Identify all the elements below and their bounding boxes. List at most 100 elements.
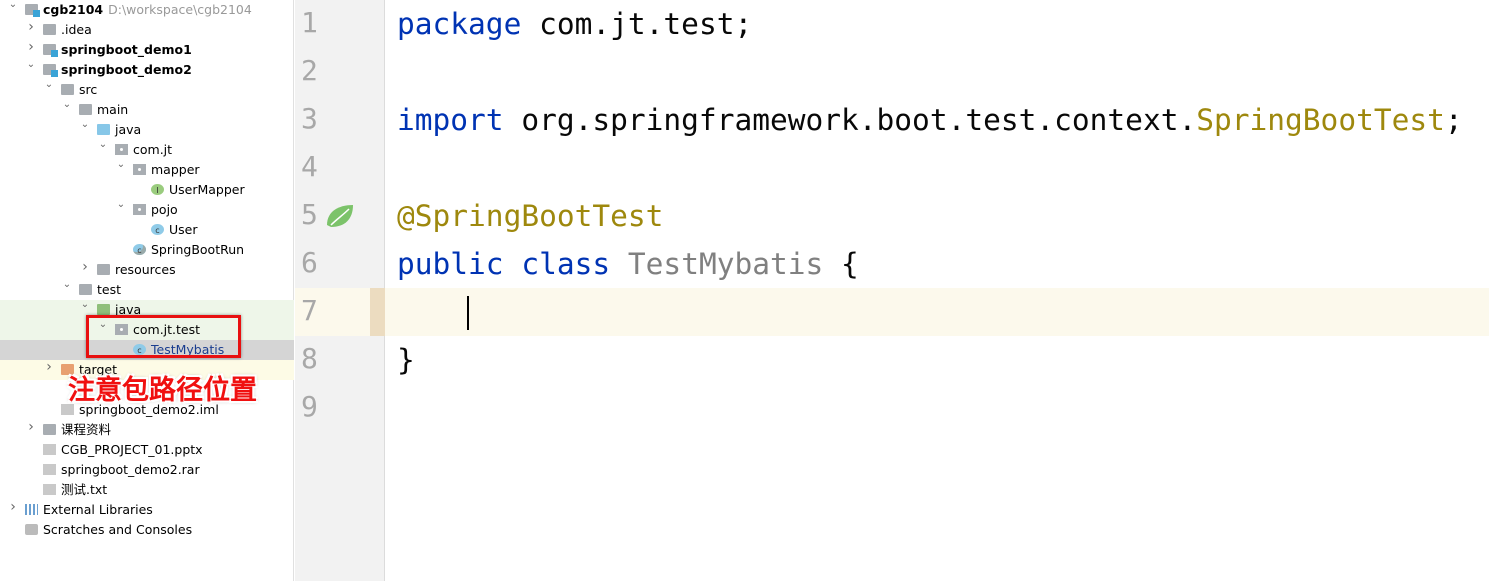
module-folder-icon [43, 44, 58, 57]
code-line[interactable]: import org.springframework.boot.test.con… [385, 96, 1489, 144]
folder-icon [79, 284, 92, 295]
unknown-file-icon [43, 444, 56, 455]
code-token: @SpringBootTest [397, 199, 664, 233]
code-line[interactable]: public class TestMybatis { [385, 240, 1489, 288]
text-cursor [467, 296, 469, 330]
line-number-text: 8 [301, 342, 318, 375]
line-number: 6 [295, 240, 385, 288]
folder-icon [61, 84, 74, 95]
spring-leaf-icon[interactable] [325, 203, 355, 229]
chevron-right-icon[interactable]: › [8, 500, 18, 514]
tree-item[interactable]: ⌄ mapper [0, 159, 294, 180]
tree-item[interactable]: › .idea [0, 20, 294, 40]
tree-item[interactable]: c User [0, 220, 294, 240]
chevron-right-icon[interactable]: › [80, 260, 90, 274]
tree-item-label: 测试.txt [61, 482, 108, 497]
code-token: { [841, 247, 859, 281]
annotation-text: 注意包路径位置 [68, 375, 257, 406]
chevron-right-icon[interactable]: › [44, 360, 54, 374]
tree-item[interactable]: Scratches and Consoles [0, 520, 294, 540]
package-icon [133, 204, 146, 215]
tree-item[interactable]: › resources [0, 260, 294, 280]
chevron-down-icon[interactable]: ⌄ [116, 199, 126, 211]
chevron-down-icon[interactable]: ⌄ [80, 299, 90, 311]
folder-icon [79, 104, 92, 115]
code-editor[interactable]: package com.jt.test; import org.springfra… [385, 0, 1489, 581]
project-tree[interactable]: ⌄ cgb2104 D:\workspace\cgb2104 › .idea › sprin… [0, 0, 294, 581]
chevron-right-icon[interactable]: › [26, 40, 36, 54]
chevron-right-icon[interactable]: › [26, 20, 36, 34]
line-number-text: 9 [301, 390, 318, 423]
tree-item-label: test [97, 282, 122, 297]
tree-item-label: .idea [61, 22, 92, 37]
text-file-icon [43, 484, 56, 495]
tree-item-label: springboot_demo2.rar [61, 462, 200, 477]
tree-item[interactable]: CGB_PROJECT_01.pptx [0, 440, 294, 460]
class-icon: c [151, 224, 164, 235]
chevron-down-icon[interactable]: ⌄ [98, 139, 108, 151]
line-number-text: 4 [301, 150, 318, 183]
tree-item[interactable]: › 课程资料 [0, 420, 294, 440]
code-token: public [397, 247, 522, 281]
code-line[interactable] [385, 288, 1489, 336]
code-line[interactable]: @SpringBootTest [385, 192, 1489, 240]
tree-item[interactable]: ⌄ cgb2104 D:\workspace\cgb2104 [0, 0, 294, 20]
line-number: 8 [295, 336, 385, 384]
tree-item[interactable]: › External Libraries [0, 500, 294, 520]
tree-item[interactable]: ⌄ pojo [0, 199, 294, 220]
code-token: import [397, 103, 522, 137]
scratches-icon [25, 524, 38, 535]
code-line[interactable] [385, 48, 1489, 96]
tree-item-label: com.jt [133, 142, 173, 157]
tree-item[interactable]: ⌄ test [0, 279, 294, 300]
code-line[interactable]: } [385, 336, 1489, 384]
libraries-icon [25, 504, 38, 515]
tree-item[interactable]: ⌄ src [0, 79, 294, 100]
tree-item[interactable]: ⌄ java [0, 119, 294, 140]
tree-item[interactable]: ⌄ com.jt [0, 139, 294, 160]
line-number: 9 [295, 384, 385, 432]
chevron-down-icon[interactable]: ⌄ [80, 119, 90, 131]
code-line[interactable] [385, 384, 1489, 432]
tree-item-label: mapper [151, 162, 200, 177]
code-token: ; [1444, 103, 1463, 137]
editor-gutter: 1 2 3 4 5 6 7 8 9 [295, 0, 385, 581]
spring-run-class-icon: c [133, 244, 146, 255]
code-token: TestMybatis [627, 247, 842, 281]
interface-icon: I [151, 184, 164, 195]
chevron-down-icon[interactable]: ⌄ [116, 159, 126, 171]
tree-item-label: springboot_demo2 [61, 62, 192, 77]
tree-item-label: pojo [151, 202, 178, 217]
code-token: } [397, 343, 415, 377]
tree-item[interactable]: ⌄ main [0, 99, 294, 120]
tree-item[interactable]: 测试.txt [0, 480, 294, 500]
source-folder-icon [97, 124, 110, 135]
line-number: 7 [295, 288, 385, 336]
code-line[interactable]: package com.jt.test; [385, 0, 1489, 48]
line-number: 2 [295, 48, 385, 96]
unknown-file-icon [43, 464, 56, 475]
chevron-down-icon[interactable]: ⌄ [8, 0, 18, 11]
chevron-down-icon[interactable]: ⌄ [26, 59, 36, 71]
chevron-down-icon[interactable]: ⌄ [44, 79, 54, 91]
line-number-text: 2 [301, 54, 318, 87]
tree-item-label: SpringBootRun [151, 242, 245, 257]
project-path: D:\workspace\cgb2104 [108, 2, 252, 17]
tree-item-label: User [169, 222, 198, 237]
tree-item-label: CGB_PROJECT_01.pptx [61, 442, 203, 457]
current-line-marker [370, 288, 385, 336]
code-line[interactable] [385, 144, 1489, 192]
chevron-down-icon[interactable]: ⌄ [62, 279, 72, 291]
tree-item[interactable]: I UserMapper [0, 180, 294, 200]
chevron-right-icon[interactable]: › [26, 420, 36, 434]
chevron-down-icon[interactable]: ⌄ [62, 99, 72, 111]
tree-item[interactable]: ⌄ springboot_demo2 [0, 59, 294, 80]
line-number-text: 7 [301, 294, 318, 327]
tree-item[interactable]: › springboot_demo1 [0, 40, 294, 60]
tree-item[interactable]: c SpringBootRun [0, 240, 294, 260]
tree-item[interactable]: springboot_demo2.rar [0, 460, 294, 480]
tree-item-label: 课程资料 [61, 422, 112, 437]
package-icon [133, 164, 146, 175]
resources-folder-icon [97, 264, 110, 275]
line-number: 5 [295, 192, 385, 240]
